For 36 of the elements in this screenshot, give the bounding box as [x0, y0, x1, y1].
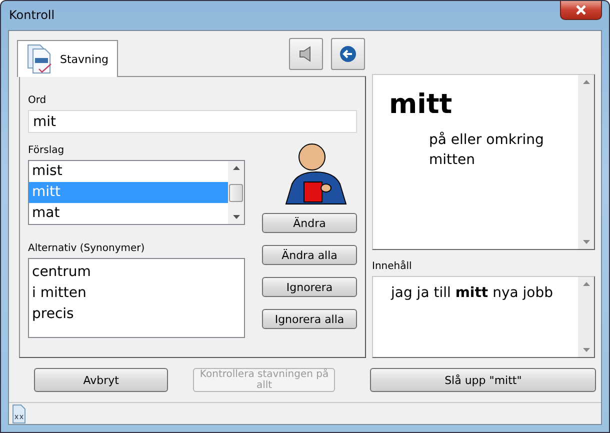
- headword: mitt: [389, 89, 454, 120]
- close-button[interactable]: [560, 1, 602, 20]
- speaker-button[interactable]: [288, 38, 323, 70]
- action-button[interactable]: Ignorera: [262, 277, 357, 297]
- field-label: Innehåll: [372, 261, 413, 274]
- dialog-button[interactable]: Slå upp "mitt": [370, 368, 596, 392]
- scroll-up-icon: [582, 282, 590, 286]
- tab[interactable]: Stavning: [17, 40, 118, 77]
- scroll-down-icon: [582, 240, 590, 244]
- list-item[interactable]: i mitten: [29, 283, 244, 304]
- context-sentence: jag ja till mitt nya jobb: [390, 284, 554, 303]
- dialog-button[interactable]: Avbryt: [34, 368, 168, 392]
- field-label: Förslag: [28, 145, 66, 158]
- list-item[interactable]: centrum: [29, 262, 244, 283]
- scroll-up-icon: [232, 166, 240, 170]
- window-title: Kontroll: [9, 8, 55, 22]
- close-icon: [575, 5, 587, 15]
- scrollbar[interactable]: [228, 161, 244, 224]
- definition-text: på eller omkring mitten: [429, 130, 545, 170]
- list-item[interactable]: mat: [29, 203, 228, 224]
- back-button[interactable]: [330, 38, 365, 70]
- scroll-down-icon: [582, 348, 590, 352]
- scrollbar[interactable]: [578, 277, 594, 357]
- scroll-down-icon: [232, 215, 240, 219]
- list-item[interactable]: mist: [29, 161, 228, 182]
- action-button[interactable]: Ändra: [262, 213, 357, 233]
- field-label: Ord: [28, 95, 48, 108]
- document-icon: [12, 404, 26, 424]
- spelling-icon: [26, 44, 54, 74]
- word-field[interactable]: mit: [28, 110, 357, 133]
- scrollbar[interactable]: [578, 75, 594, 249]
- scroll-up-icon: [582, 80, 590, 84]
- field-label: Alternativ (Synonymer): [28, 243, 146, 256]
- list-item[interactable]: precis: [29, 304, 244, 325]
- action-button[interactable]: Ändra alla: [262, 245, 357, 265]
- action-button[interactable]: Ignorera alla: [262, 309, 357, 329]
